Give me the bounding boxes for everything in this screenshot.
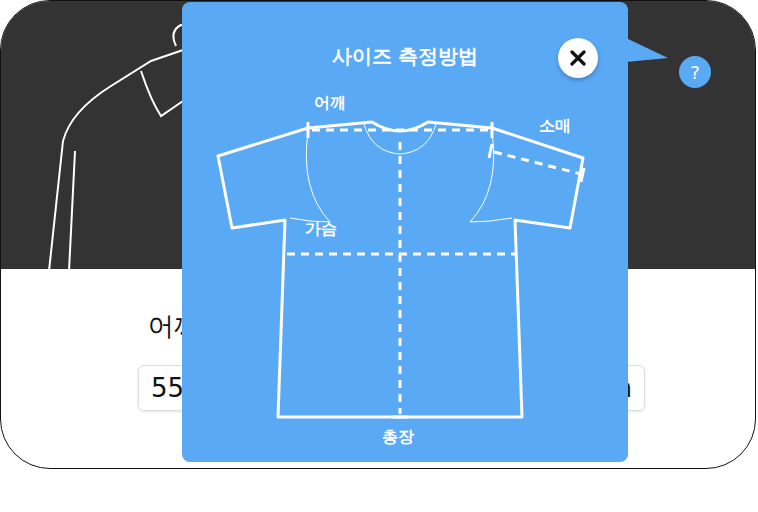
close-icon	[570, 50, 586, 66]
measure-label: 소매	[539, 116, 571, 136]
help-button[interactable]: ?	[679, 56, 711, 88]
measure-label: 가슴	[305, 219, 337, 239]
tooltip-pointer-icon	[626, 38, 670, 64]
measure-label: 어깨	[314, 93, 346, 113]
tshirt-diagram-icon	[182, 2, 628, 462]
close-button[interactable]	[558, 38, 598, 78]
size-guide-popup: 사이즈 측정방법어깨소매가슴총장	[182, 2, 628, 462]
measure-label: 총장	[382, 427, 414, 447]
input-value: 55	[151, 373, 184, 403]
